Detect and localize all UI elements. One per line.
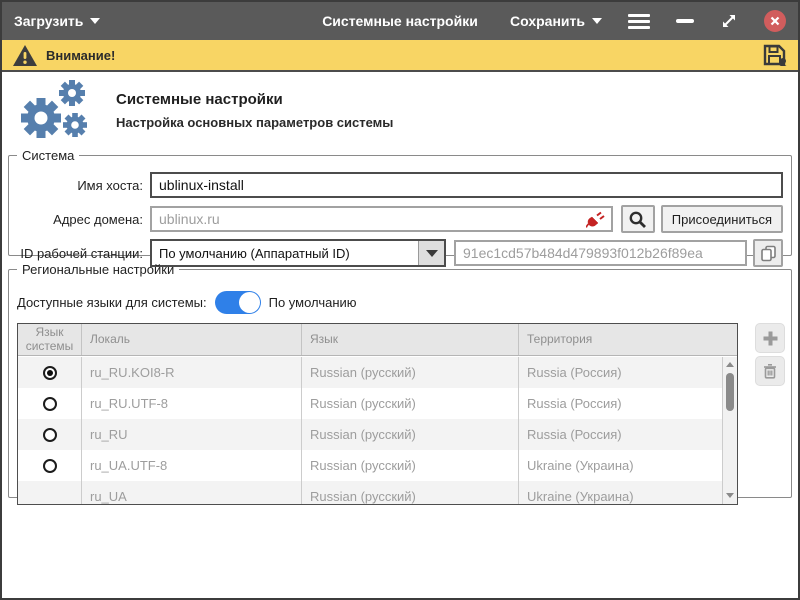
cell-territory: Ukraine (Украина) xyxy=(519,450,722,481)
cell-locale: ru_UA.UTF-8 xyxy=(82,450,302,481)
row-radio[interactable] xyxy=(43,459,57,473)
save-warning-icon[interactable] xyxy=(763,44,788,67)
system-section-legend: Система xyxy=(17,148,79,163)
scroll-up-icon[interactable] xyxy=(723,357,737,371)
domain-input[interactable] xyxy=(150,206,613,232)
languages-toggle[interactable] xyxy=(215,291,261,314)
cell-language: Russian (русский) xyxy=(302,481,519,504)
disconnected-plug-icon xyxy=(586,211,605,228)
languages-label: Доступные языки для системы: xyxy=(17,295,207,310)
regional-section-legend: Региональные настройки xyxy=(17,262,179,277)
warning-banner: Внимание! xyxy=(2,40,798,72)
hostname-label: Имя хоста: xyxy=(15,178,143,193)
close-icon[interactable] xyxy=(764,10,786,32)
locales-table: Язык системы Локаль Язык Территория ru_R… xyxy=(17,323,738,505)
warning-text: Внимание! xyxy=(46,48,115,63)
table-row[interactable]: ru_RU.KOI8-R Russian (русский) Russia (Р… xyxy=(18,357,722,388)
cell-language: Russian (русский) xyxy=(302,357,519,388)
table-scrollbar[interactable] xyxy=(722,357,737,504)
delete-locale-button[interactable] xyxy=(755,356,785,386)
page-header: Системные настройки Настройка основных п… xyxy=(2,74,798,146)
cell-territory: Russia (Россия) xyxy=(519,419,722,450)
domain-row: Адрес домена: Присоединит xyxy=(15,205,783,233)
toggle-state-label: По умолчанию xyxy=(269,295,357,310)
workstation-id-selected-option: По умолчанию (Аппаратный ID) xyxy=(152,246,418,261)
titlebar: Загрузить Системные настройки Сохранить xyxy=(2,2,798,40)
scroll-down-icon[interactable] xyxy=(723,488,737,502)
chevron-down-icon xyxy=(426,250,438,257)
search-domain-button[interactable] xyxy=(621,205,655,233)
cell-locale: ru_UA xyxy=(82,481,302,504)
gears-icon xyxy=(14,78,100,142)
row-radio[interactable] xyxy=(43,397,57,411)
warning-icon xyxy=(12,44,38,67)
cell-locale: ru_RU xyxy=(82,419,302,450)
system-settings-window: Загрузить Системные настройки Сохранить xyxy=(0,0,800,600)
page-title: Системные настройки xyxy=(116,91,393,108)
regional-section: Региональные настройки Доступные языки д… xyxy=(8,262,792,498)
load-menu-button[interactable]: Загрузить xyxy=(14,13,100,29)
languages-toggle-row: Доступные языки для системы: По умолчани… xyxy=(17,289,357,315)
cell-territory: Ukraine (Украина) xyxy=(519,481,722,504)
column-header-territory: Территория xyxy=(519,324,737,355)
cell-language: Russian (русский) xyxy=(302,388,519,419)
table-row[interactable]: ru_UA Russian (русский) Ukraine (Украина… xyxy=(18,481,722,504)
hostname-row: Имя хоста: xyxy=(15,171,783,199)
table-header: Язык системы Локаль Язык Территория xyxy=(18,324,737,356)
cell-territory: Russia (Россия) xyxy=(519,357,722,388)
cell-locale: ru_RU.UTF-8 xyxy=(82,388,302,419)
domain-label: Адрес домена: xyxy=(15,212,143,227)
save-menu-label: Сохранить xyxy=(510,13,585,29)
menu-icon[interactable] xyxy=(628,14,650,29)
add-locale-button[interactable] xyxy=(755,323,785,353)
minimize-icon[interactable] xyxy=(676,19,694,23)
table-rows: ru_RU.KOI8-R Russian (русский) Russia (Р… xyxy=(18,357,722,504)
copy-icon xyxy=(760,245,777,262)
row-radio[interactable] xyxy=(43,428,57,442)
hostname-input[interactable] xyxy=(150,172,783,198)
column-header-system-language: Язык системы xyxy=(18,324,82,355)
chevron-down-icon xyxy=(592,18,602,24)
search-icon xyxy=(628,210,647,229)
save-menu-button[interactable]: Сохранить xyxy=(510,13,602,29)
workstation-id-label: ID рабочей станции: xyxy=(15,246,143,261)
cell-territory: Russia (Россия) xyxy=(519,388,722,419)
table-row[interactable]: ru_RU Russian (русский) Russia (Россия) xyxy=(18,419,722,450)
cell-language: Russian (русский) xyxy=(302,419,519,450)
trash-icon xyxy=(761,362,779,380)
load-menu-label: Загрузить xyxy=(14,13,83,29)
column-header-locale: Локаль xyxy=(82,324,302,355)
system-section: Система Имя хоста: Адрес домена: xyxy=(8,148,792,256)
row-radio[interactable] xyxy=(43,366,57,380)
cell-locale: ru_RU.KOI8-R xyxy=(82,357,302,388)
page-subtitle: Настройка основных параметров системы xyxy=(116,115,393,130)
scrollbar-thumb[interactable] xyxy=(726,373,734,411)
maximize-icon[interactable] xyxy=(720,12,738,30)
toggle-knob xyxy=(239,292,260,313)
plus-icon xyxy=(762,330,779,347)
table-row[interactable]: ru_UA.UTF-8 Russian (русский) Ukraine (У… xyxy=(18,450,722,481)
join-domain-button[interactable]: Присоединиться xyxy=(661,205,783,233)
table-row[interactable]: ru_RU.UTF-8 Russian (русский) Russia (Ро… xyxy=(18,388,722,419)
chevron-down-icon xyxy=(90,18,100,24)
column-header-language: Язык xyxy=(302,324,519,355)
cell-language: Russian (русский) xyxy=(302,450,519,481)
